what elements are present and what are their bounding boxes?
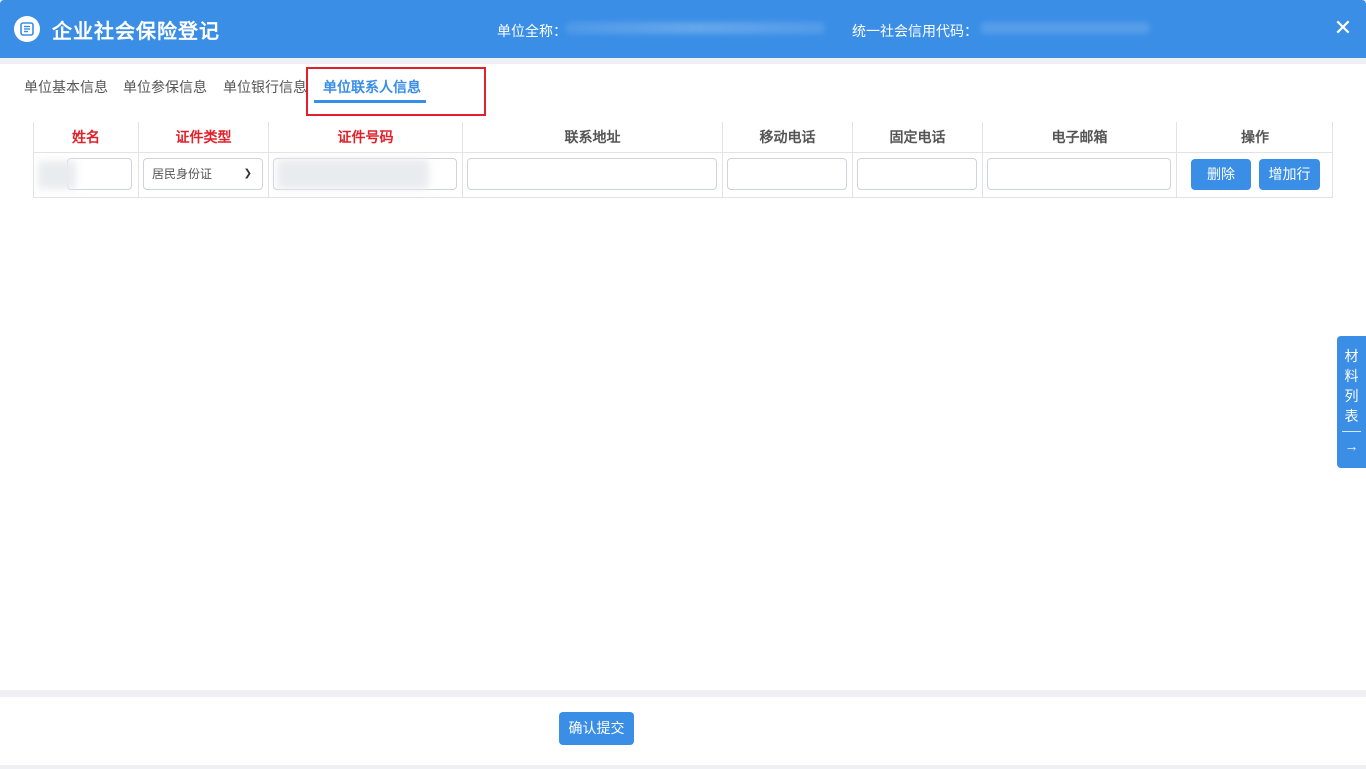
credit-code-value-redacted xyxy=(980,22,1150,34)
table-cell-name xyxy=(34,153,139,197)
address-input[interactable] xyxy=(467,158,717,190)
column-header-name: 姓名 xyxy=(34,122,139,153)
mobile-input[interactable] xyxy=(727,158,847,190)
column-header-email: 电子邮箱 xyxy=(983,122,1177,153)
table-cell-mobile xyxy=(723,153,853,197)
table-cell-address xyxy=(463,153,723,197)
title-bar: 企业社会保险登记 单位全称： 统一社会信用代码： ✕ xyxy=(0,0,1366,58)
name-redacted xyxy=(38,161,76,189)
tab-bank-info[interactable]: 单位银行信息 xyxy=(223,77,307,97)
id-type-select[interactable]: 居民身份证 ❯ xyxy=(143,158,263,190)
email-input[interactable] xyxy=(987,158,1171,190)
name-input[interactable] xyxy=(67,158,132,190)
phone-input[interactable] xyxy=(857,158,977,190)
contact-table: 姓名 证件类型 证件号码 联系地址 移动电话 固定电话 电子邮箱 操作 居民身份… xyxy=(33,122,1333,198)
id-number-redacted xyxy=(277,159,429,189)
credit-code-label: 统一社会信用代码： xyxy=(852,23,978,39)
column-header-id-type: 证件类型 xyxy=(139,122,269,153)
arrow-right-icon: → xyxy=(1344,438,1359,454)
table-cell-id-number xyxy=(269,153,463,197)
unit-name-label: 单位全称： xyxy=(497,23,567,39)
column-header-actions: 操作 xyxy=(1177,122,1333,153)
close-icon[interactable]: ✕ xyxy=(1330,15,1356,41)
confirm-submit-button[interactable]: 确认提交 xyxy=(559,712,634,745)
page-title: 企业社会保险登记 xyxy=(52,21,220,43)
main-panel: 单位基本信息 单位参保信息 单位银行信息 单位联系人信息 姓名 证件类型 证件号… xyxy=(0,64,1366,690)
table-cell-actions: 删除 增加行 xyxy=(1177,153,1333,197)
unit-name-value-redacted xyxy=(565,22,825,34)
footer-bar: 确认提交 xyxy=(0,697,1366,765)
materials-list-panel[interactable]: 材料列表 → xyxy=(1337,336,1366,468)
annotation-highlight-box xyxy=(306,67,486,116)
document-icon xyxy=(14,16,40,42)
tab-basic-info[interactable]: 单位基本信息 xyxy=(24,77,108,97)
tab-insurance-info[interactable]: 单位参保信息 xyxy=(123,77,207,97)
table-cell-id-type: 居民身份证 ❯ xyxy=(139,153,269,197)
column-header-phone: 固定电话 xyxy=(853,122,983,153)
table-cell-phone xyxy=(853,153,983,197)
chevron-down-icon: ❯ xyxy=(243,168,252,179)
delete-row-button[interactable]: 删除 xyxy=(1191,159,1251,190)
column-header-mobile: 移动电话 xyxy=(723,122,853,153)
add-row-button[interactable]: 增加行 xyxy=(1259,159,1320,190)
column-header-address: 联系地址 xyxy=(463,122,723,153)
divider xyxy=(1342,431,1361,432)
id-type-value: 居民身份证 xyxy=(152,167,213,181)
column-header-id-number: 证件号码 xyxy=(269,122,463,153)
materials-list-label: 材料列表 xyxy=(1344,348,1359,424)
table-cell-email xyxy=(983,153,1177,197)
